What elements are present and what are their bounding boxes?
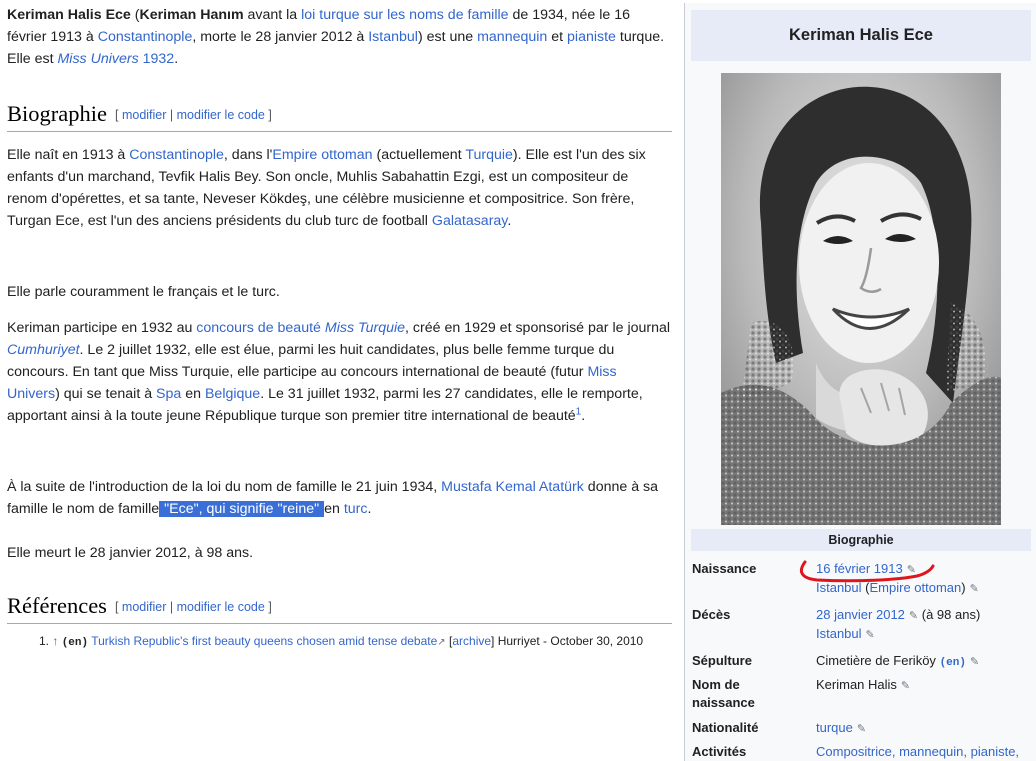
link-nationality[interactable]: turque <box>816 720 853 735</box>
link-activities[interactable]: Compositrice, mannequin, pianiste, <box>816 744 1019 759</box>
infobox-section-biographie: Biographie <box>691 529 1031 551</box>
language-tag: (en) <box>61 637 89 649</box>
link-death-place[interactable]: Istanbul <box>816 626 862 641</box>
row-label: Nationalité <box>692 720 759 735</box>
edit-source-link[interactable]: modifier le code <box>177 108 265 122</box>
row-label: Nom de naissance <box>692 677 755 710</box>
edit-section-link[interactable]: modifier <box>122 108 166 122</box>
pencil-icon[interactable]: ✎ <box>901 680 910 692</box>
link-turc[interactable]: turc <box>344 501 368 517</box>
link-cumhuriyet[interactable]: Cumhuriyet <box>7 342 80 358</box>
bio-paragraph-5: Elle meurt le 28 janvier 2012, à 98 ans. <box>7 545 254 561</box>
link-constantinople[interactable]: Constantinople <box>98 29 193 45</box>
reference-title-link[interactable]: Turkish Republic's first beauty queens c… <box>91 634 437 648</box>
reference-backlink-arrow[interactable]: ↑ <box>52 634 58 648</box>
edit-section-link[interactable]: modifier <box>122 600 166 614</box>
section-edit-links: [ modifier | modifier le code ] <box>114 600 272 614</box>
link-pianiste[interactable]: pianiste <box>567 29 616 45</box>
reference-item: 1. ↑ (en) Turkish Republic's first beaut… <box>39 634 644 649</box>
infobox: Keriman Halis Ece Biographie Naissance 1… <box>684 3 1036 761</box>
article-subject-name: Keriman Halis Ece <box>7 7 131 23</box>
red-underline-annotation <box>799 560 935 583</box>
row-label: Sépulture <box>692 653 752 668</box>
row-value: 28 janvier 2012 ✎ (à 98 ans) Istanbul ✎ <box>816 607 981 641</box>
intro-paragraph: Keriman Halis Ece (Keriman Hanım avant l… <box>7 7 665 67</box>
row-label: Décès <box>692 607 731 622</box>
section-edit-links: [ modifier | modifier le code ] <box>114 108 272 122</box>
bio-paragraph-2: Elle parle couramment le français et le … <box>7 284 280 300</box>
link-spa[interactable]: Spa <box>156 386 181 402</box>
language-link[interactable]: (en) <box>940 657 966 669</box>
bio-paragraph-3: Keriman participe en 1932 au concours de… <box>7 320 671 424</box>
link-galatasaray[interactable]: Galatasaray <box>432 213 507 229</box>
link-mannequin[interactable]: mannequin <box>477 29 547 45</box>
bio-paragraph-4: À la suite de l'introduction de la loi d… <box>7 479 659 517</box>
row-label: Activités <box>692 744 747 759</box>
link-concours-miss-turquie[interactable]: concours de beauté Miss Turquie <box>196 320 405 336</box>
link-istanbul[interactable]: Istanbul <box>368 29 418 45</box>
portrait-illustration <box>721 73 1001 525</box>
link-constantinople-2[interactable]: Constantinople <box>129 147 224 163</box>
external-link-icon: ↗ <box>437 637 446 648</box>
bio-paragraph-1: Elle naît en 1913 à Constantinople, dans… <box>7 147 646 229</box>
row-value: Compositrice, mannequin, pianiste, <box>816 743 1036 761</box>
link-empire-ottoman[interactable]: Empire ottoman <box>272 147 372 163</box>
portrait-photo[interactable] <box>721 73 1001 525</box>
link-1932[interactable]: 1932 <box>143 51 175 67</box>
references-list: 1. ↑ (en) Turkish Republic's first beaut… <box>23 632 663 652</box>
pencil-icon[interactable]: ✎ <box>970 583 979 595</box>
maiden-name: Keriman Hanım <box>139 7 244 23</box>
pencil-icon[interactable]: ✎ <box>857 723 866 735</box>
row-value: turque ✎ <box>816 719 1036 738</box>
pencil-icon[interactable]: ✎ <box>970 656 979 668</box>
link-turquie[interactable]: Turquie <box>465 147 513 163</box>
heading-references: Références[ modifier | modifier le code … <box>7 592 672 624</box>
link-surname-law[interactable]: loi turque sur les noms de famille <box>301 7 508 23</box>
row-value: Cimetière de Feriköy (en) ✎ <box>816 653 980 669</box>
edit-source-link[interactable]: modifier le code <box>177 600 265 614</box>
link-death-date[interactable]: 28 janvier 2012 <box>816 607 905 622</box>
link-miss-univers[interactable]: Miss Univers <box>57 51 138 67</box>
row-value: Keriman Halis ✎ <box>816 677 911 692</box>
link-ataturk[interactable]: Mustafa Kemal Atatürk <box>441 479 584 495</box>
heading-biographie: Biographie[ modifier | modifier le code … <box>7 100 672 132</box>
archive-link[interactable]: archive <box>452 634 491 648</box>
pencil-icon[interactable]: ✎ <box>909 610 918 622</box>
row-label: Naissance <box>692 561 757 576</box>
pencil-icon[interactable]: ✎ <box>866 629 875 641</box>
infobox-title: Keriman Halis Ece <box>691 10 1031 61</box>
link-belgique[interactable]: Belgique <box>205 386 260 402</box>
selected-text-highlight[interactable]: "Ece", qui signifie "reine" <box>159 501 325 517</box>
